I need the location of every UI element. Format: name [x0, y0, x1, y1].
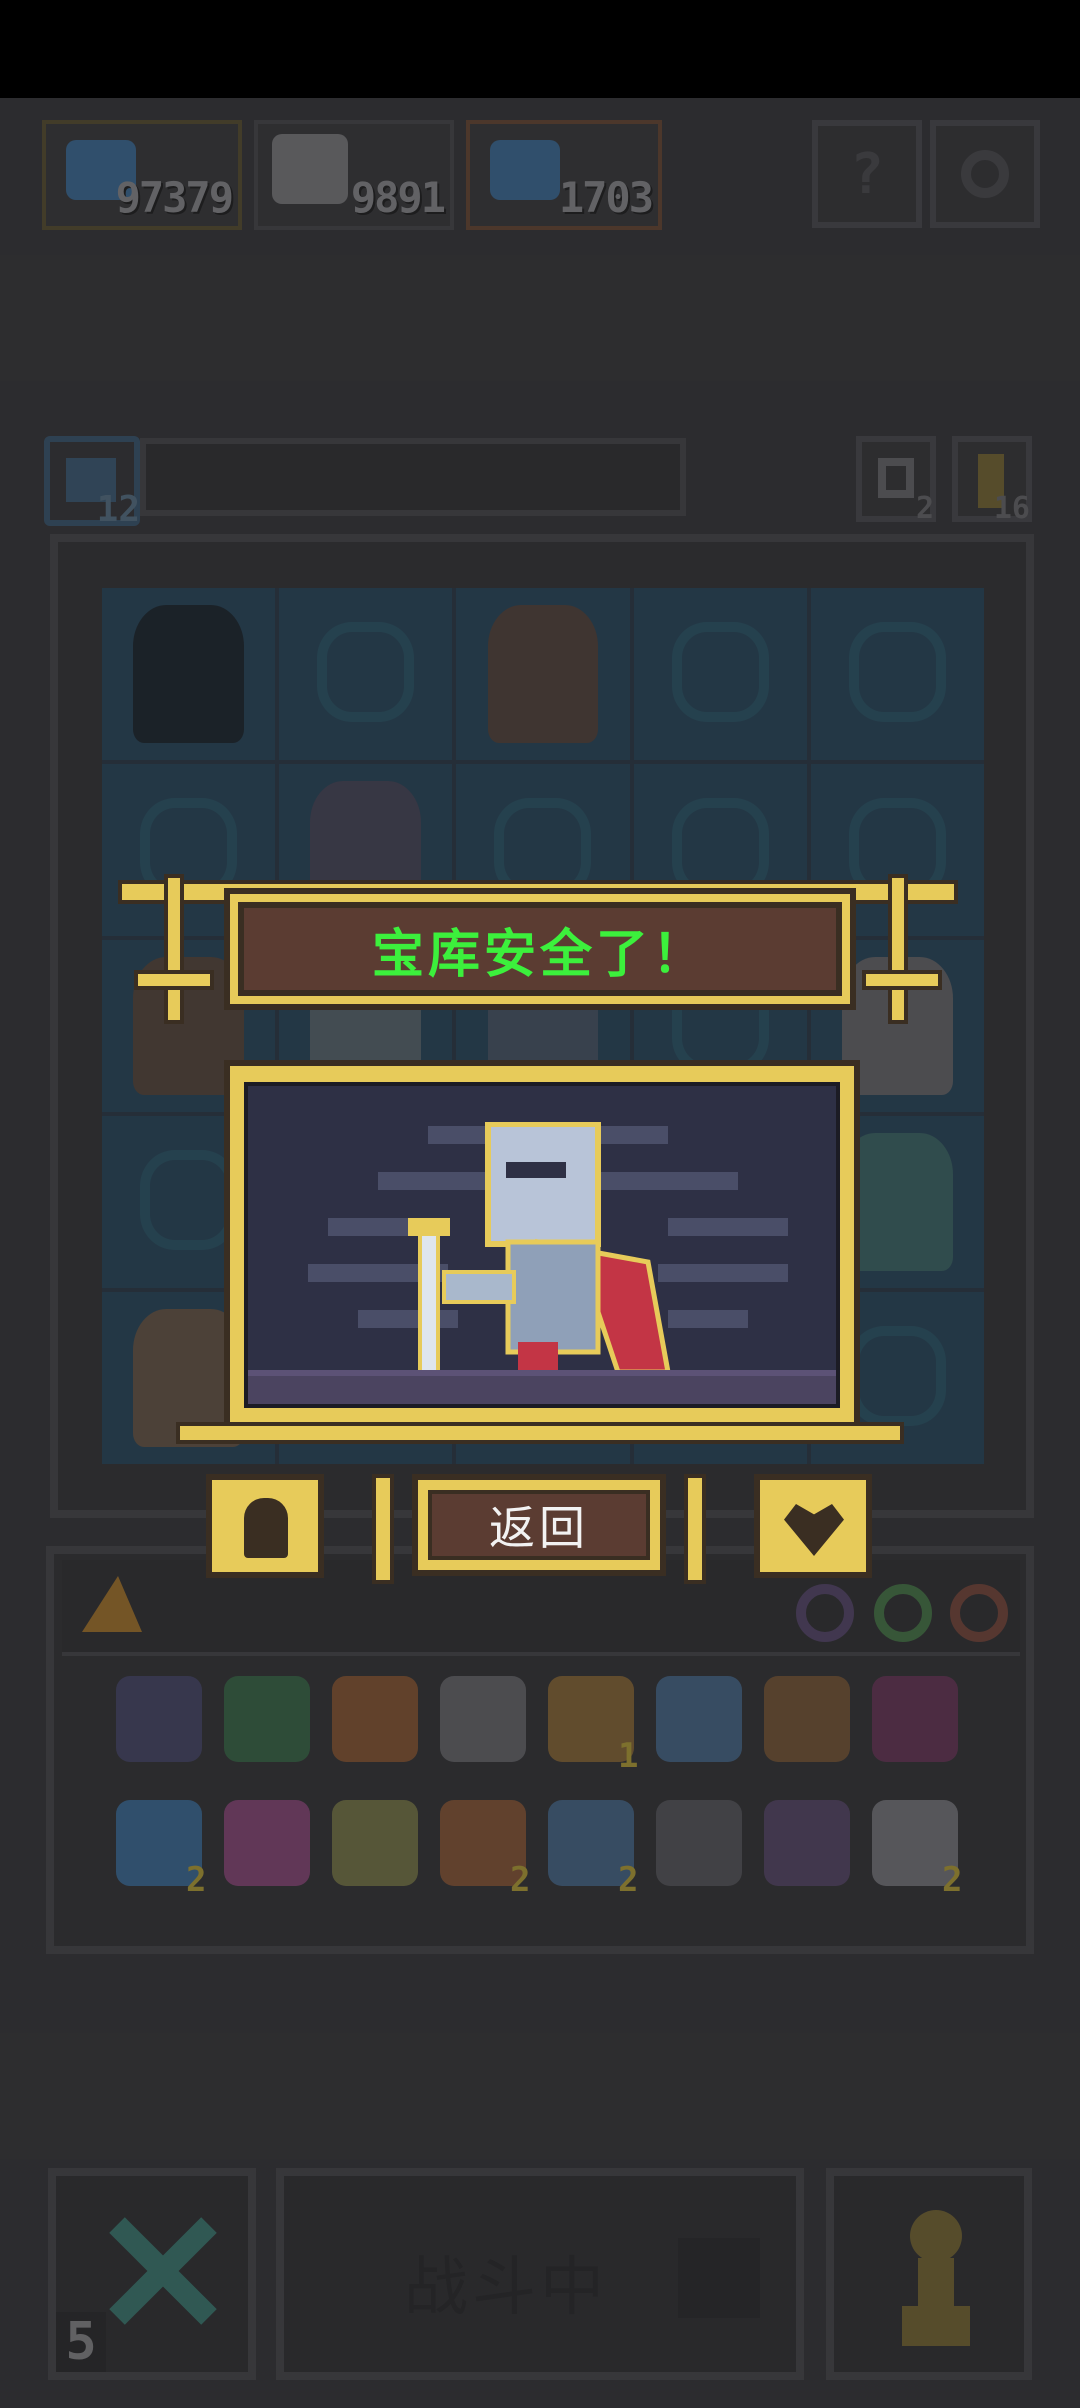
- pawn-side-button[interactable]: [206, 1474, 324, 1578]
- game-screen: 97379 9891 1703 ? 12 2 16 1 2 2 2 2 5 战斗…: [0, 0, 1080, 2408]
- pawn-icon: [244, 1498, 288, 1558]
- banner-bracket-right: [862, 970, 942, 990]
- picture-base: [176, 1422, 904, 1444]
- heart-icon: [784, 1504, 844, 1556]
- return-label: 返回: [489, 1501, 589, 1555]
- banner-post-left: [164, 874, 184, 1024]
- return-button[interactable]: 返回: [412, 1474, 666, 1576]
- knight-picture-frame: [224, 1060, 860, 1430]
- dialog-title-text: 宝库安全了！: [371, 924, 708, 985]
- dialog-title: 宝库安全了！: [230, 894, 850, 1004]
- banner-bracket-left: [134, 970, 214, 990]
- heart-side-button[interactable]: [754, 1474, 872, 1578]
- knight-icon: [408, 1122, 671, 1384]
- button-post-left: [372, 1474, 394, 1584]
- status-bar: [0, 0, 1080, 98]
- stone-floor: [248, 1370, 836, 1404]
- banner-post-right: [888, 874, 908, 1024]
- button-post-right: [684, 1474, 706, 1584]
- knight-illustration: [244, 1082, 840, 1408]
